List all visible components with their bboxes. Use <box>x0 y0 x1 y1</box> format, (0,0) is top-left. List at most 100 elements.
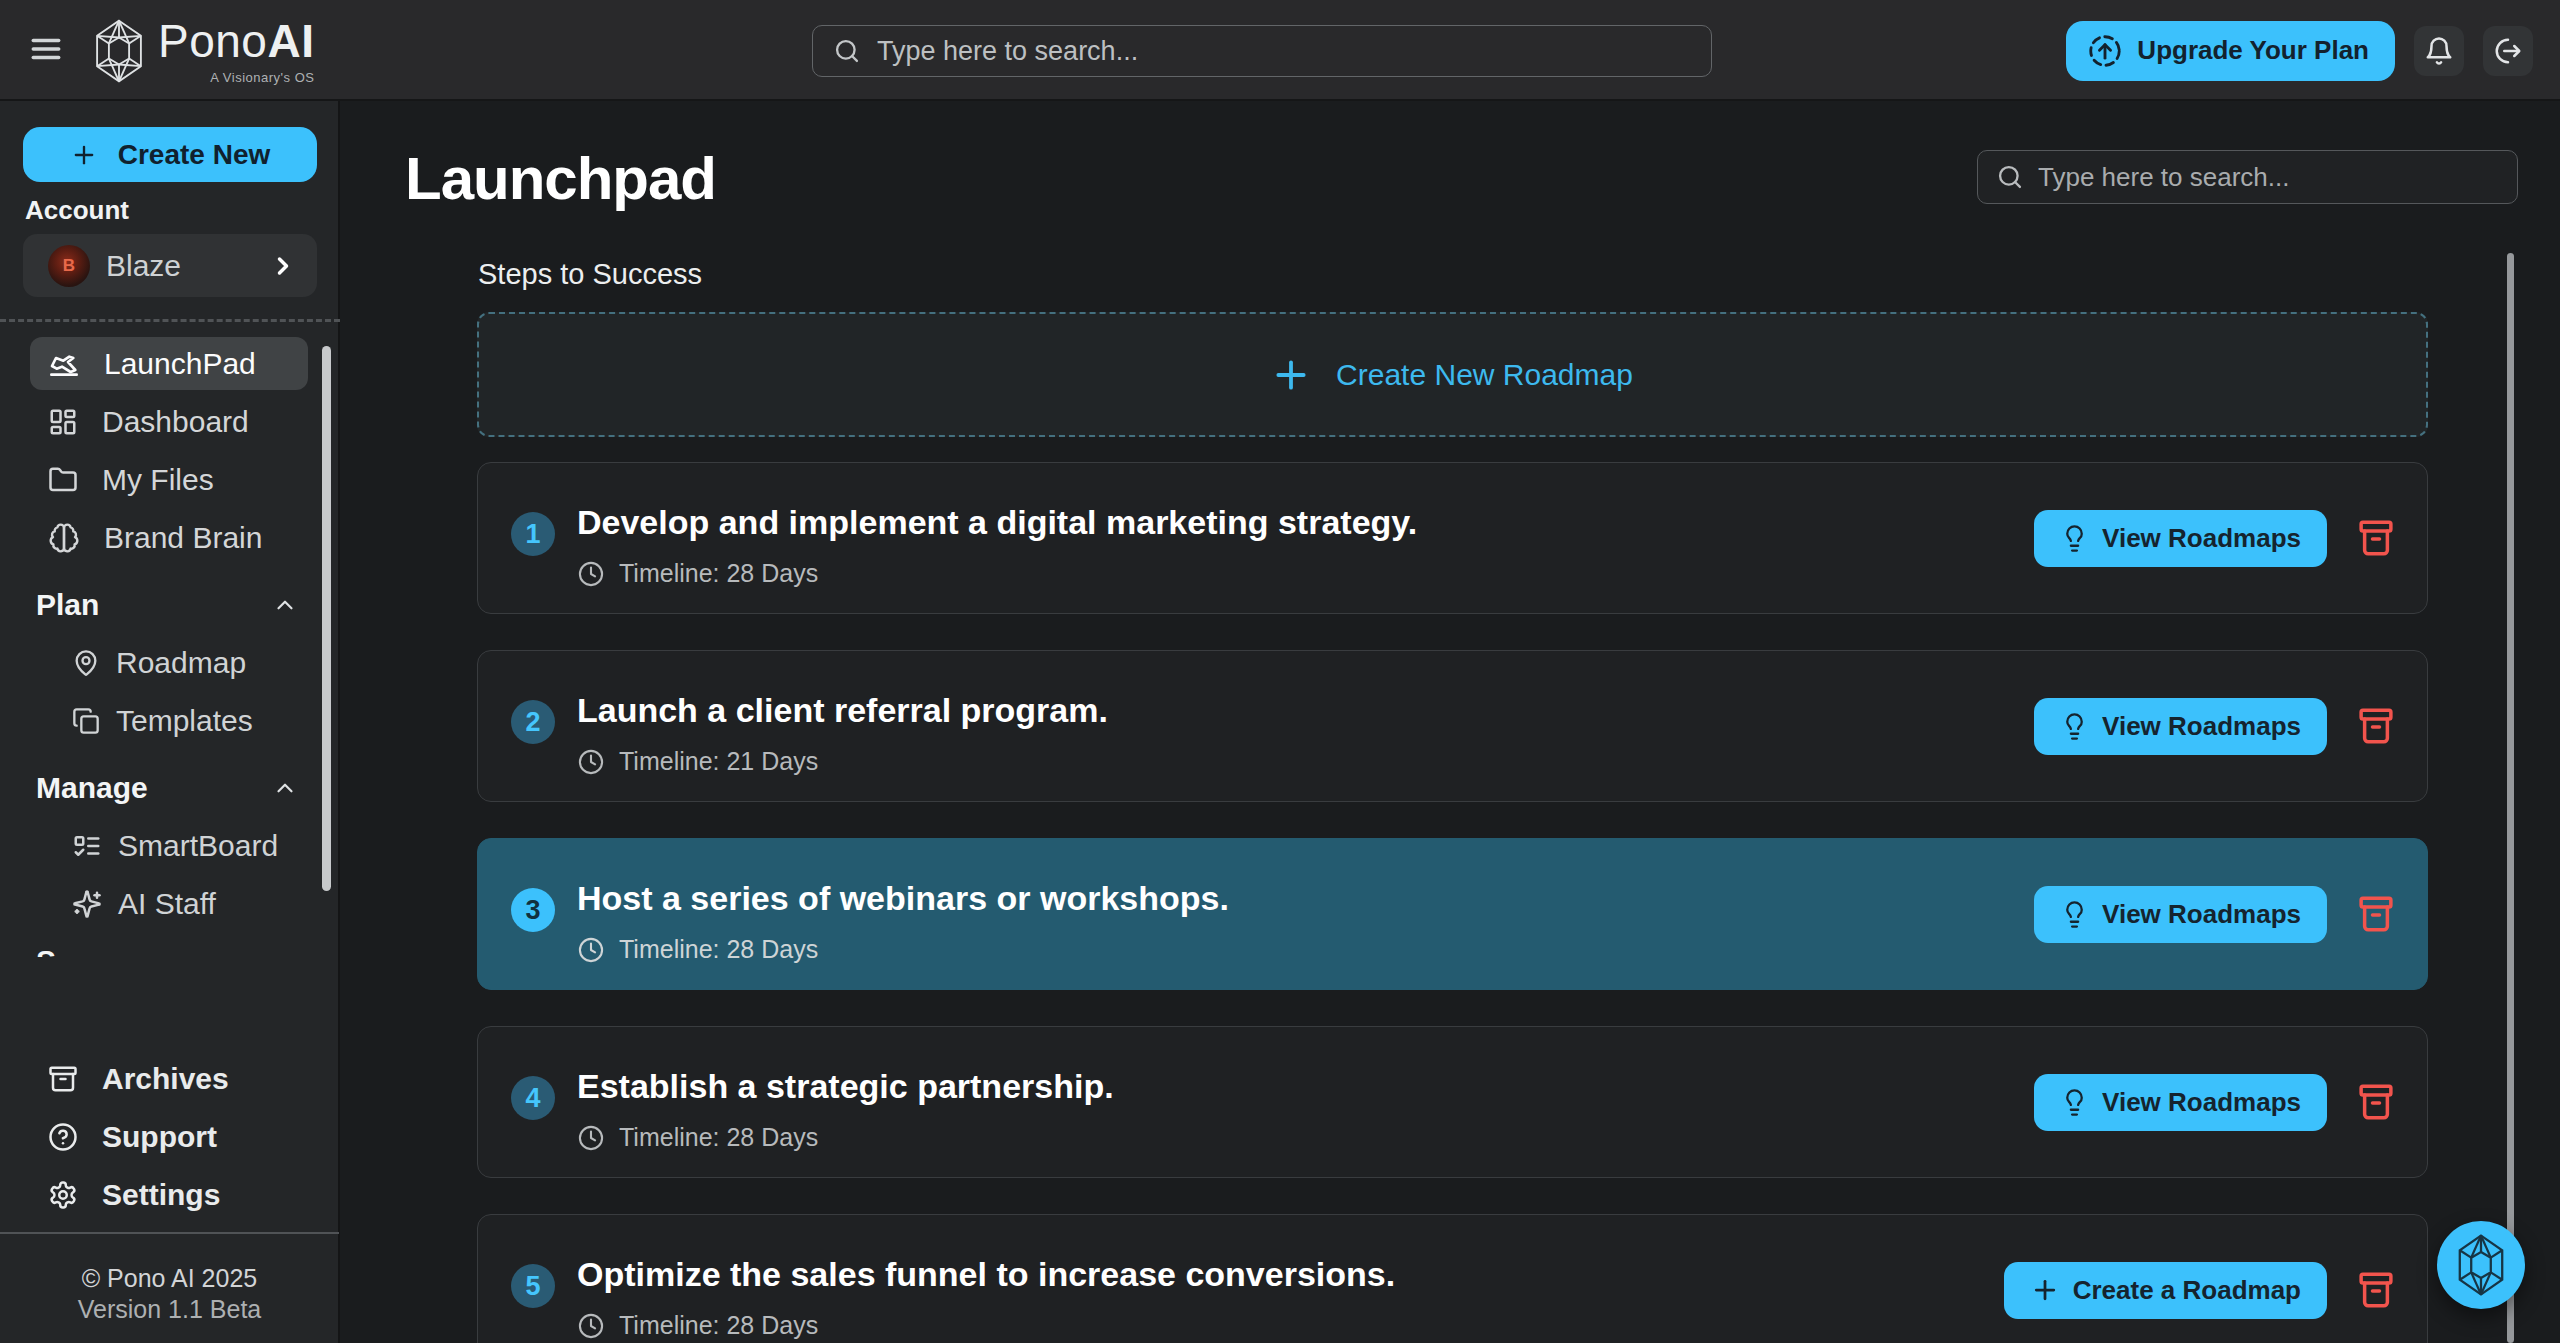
chevron-up-icon <box>272 592 298 618</box>
sidebar-item-roadmap[interactable]: Roadmap <box>30 636 308 689</box>
logout-icon <box>2493 36 2523 66</box>
step-number-badge: 5 <box>511 1264 555 1308</box>
account-selector[interactable]: B Blaze <box>23 234 317 297</box>
archive-step-button[interactable] <box>2353 889 2399 939</box>
archive-step-button[interactable] <box>2353 701 2399 751</box>
menu-icon[interactable] <box>26 32 66 68</box>
clock-icon <box>577 560 605 588</box>
create-new-roadmap-card[interactable]: Create New Roadmap <box>477 312 2428 437</box>
sidebar-scrollbar[interactable] <box>322 346 331 891</box>
sidebar-divider <box>0 319 340 322</box>
archive-red-icon <box>2355 703 2397 749</box>
chevron-up-icon <box>272 775 298 801</box>
sidebar-item-settings[interactable]: Settings <box>30 1168 308 1221</box>
topbar-search[interactable] <box>812 25 1712 77</box>
bulb-icon <box>2060 712 2089 741</box>
main-scrollbar[interactable] <box>2507 253 2514 1343</box>
sidebar-section-plan[interactable]: Plan <box>30 578 308 631</box>
step-title: Optimize the sales funnel to increase co… <box>577 1255 1395 1293</box>
step-number-badge: 3 <box>511 888 555 932</box>
archive-red-icon <box>2355 515 2397 561</box>
step-card-1[interactable]: 1 Develop and implement a digital market… <box>477 462 2428 614</box>
step-number-badge: 2 <box>511 700 555 744</box>
view-roadmaps-button[interactable]: View Roadmaps <box>2034 1074 2327 1131</box>
bulb-icon <box>2060 900 2089 929</box>
account-label: Account <box>25 195 129 226</box>
plus-dark-icon <box>2030 1275 2060 1305</box>
topbar: PonoAI A Visionary's OS Upgrade Your Pla… <box>0 0 2560 101</box>
settings-icon <box>48 1180 78 1210</box>
sidebar-item-my-files[interactable]: My Files <box>30 453 308 506</box>
topbar-search-input[interactable] <box>877 36 1691 67</box>
launchpad-icon <box>48 348 80 380</box>
archive-red-icon <box>2355 891 2397 937</box>
brand-tagline: A Visionary's OS <box>158 70 314 85</box>
brand-logo-icon <box>2454 1234 2508 1296</box>
archive-step-button[interactable] <box>2353 1077 2399 1127</box>
dashboard-icon <box>48 407 78 437</box>
step-number-badge: 1 <box>511 512 555 556</box>
version: Version 1.1 Beta <box>0 1295 339 1324</box>
sidebar-section-manage[interactable]: Manage <box>30 761 308 814</box>
view-roadmaps-button[interactable]: View Roadmaps <box>2034 510 2327 567</box>
step-timeline: Timeline: 21 Days <box>577 747 1108 776</box>
clock-icon <box>577 1312 605 1340</box>
sidebar-item-smartboard[interactable]: SmartBoard <box>30 819 308 872</box>
step-card-5[interactable]: 5 Optimize the sales funnel to increase … <box>477 1214 2428 1343</box>
hamburger-icon <box>27 32 65 66</box>
clock-icon <box>577 748 605 776</box>
step-timeline: Timeline: 28 Days <box>577 1123 1114 1152</box>
sidebar-item-support[interactable]: Support <box>30 1110 308 1163</box>
sidebar-item-archives[interactable]: Archives <box>30 1052 308 1105</box>
main-search[interactable] <box>1977 150 2518 204</box>
sidebar-section-clipped: S <box>30 944 308 957</box>
archive-step-button[interactable] <box>2353 513 2399 563</box>
archive-step-button[interactable] <box>2353 1265 2399 1315</box>
view-roadmaps-button[interactable]: View Roadmaps <box>2034 886 2327 943</box>
sidebar-item-ai-staff[interactable]: AI Staff <box>30 877 308 930</box>
main-search-input[interactable] <box>2038 162 2499 193</box>
upgrade-plan-button[interactable]: Upgrade Your Plan <box>2066 21 2395 81</box>
create-new-button[interactable]: Create New <box>23 127 317 182</box>
sidebar-item-launchpad[interactable]: LaunchPad <box>30 337 308 390</box>
sidebar: Create New Account B Blaze LaunchPadDash… <box>0 101 340 1343</box>
archive-red-icon <box>2355 1079 2397 1125</box>
create-roadmap-button[interactable]: Create a Roadmap <box>2004 1262 2327 1319</box>
clock-icon <box>577 936 605 964</box>
map-pin-icon <box>72 649 100 677</box>
search-icon <box>1996 163 2024 191</box>
sidebar-nav: LaunchPadDashboardMy FilesBrand Brain Pla… <box>30 337 308 957</box>
assistant-fab[interactable] <box>2437 1221 2525 1309</box>
logout-button[interactable] <box>2483 26 2533 76</box>
templates-icon <box>72 707 100 735</box>
sidebar-item-templates[interactable]: Templates <box>30 694 308 747</box>
step-card-3[interactable]: 3 Host a series of webinars or workshops… <box>477 838 2428 990</box>
steps-list: 1 Develop and implement a digital market… <box>477 462 2428 1343</box>
view-roadmaps-button[interactable]: View Roadmaps <box>2034 698 2327 755</box>
brand: PonoAI A Visionary's OS <box>92 14 314 85</box>
step-title: Launch a client referral program. <box>577 691 1108 729</box>
notifications-button[interactable] <box>2414 26 2464 76</box>
brand-name: PonoAI <box>158 14 314 68</box>
help-icon <box>48 1122 78 1152</box>
plus-icon <box>1272 356 1310 394</box>
step-title: Develop and implement a digital marketin… <box>577 503 1417 541</box>
account-name: Blaze <box>106 249 253 283</box>
step-card-4[interactable]: 4 Establish a strategic partnership. Tim… <box>477 1026 2428 1178</box>
avatar: B <box>48 245 90 287</box>
steps-section-title: Steps to Success <box>478 258 702 291</box>
sidebar-item-dashboard[interactable]: Dashboard <box>30 395 308 448</box>
copyright: © Pono AI 2025 <box>0 1264 339 1293</box>
step-timeline: Timeline: 28 Days <box>577 1311 1395 1340</box>
step-title: Host a series of webinars or workshops. <box>577 879 1229 917</box>
step-number-badge: 4 <box>511 1076 555 1120</box>
brain-icon <box>48 522 80 554</box>
page-title: Launchpad <box>405 144 716 213</box>
sidebar-footer-nav: ArchivesSupportSettings <box>30 1052 308 1226</box>
plus-icon <box>70 141 98 169</box>
chevron-right-icon <box>269 252 297 280</box>
upgrade-icon <box>2086 32 2124 70</box>
step-card-2[interactable]: 2 Launch a client referral program. Time… <box>477 650 2428 802</box>
step-timeline: Timeline: 28 Days <box>577 559 1417 588</box>
sidebar-item-brand-brain[interactable]: Brand Brain <box>30 511 308 564</box>
